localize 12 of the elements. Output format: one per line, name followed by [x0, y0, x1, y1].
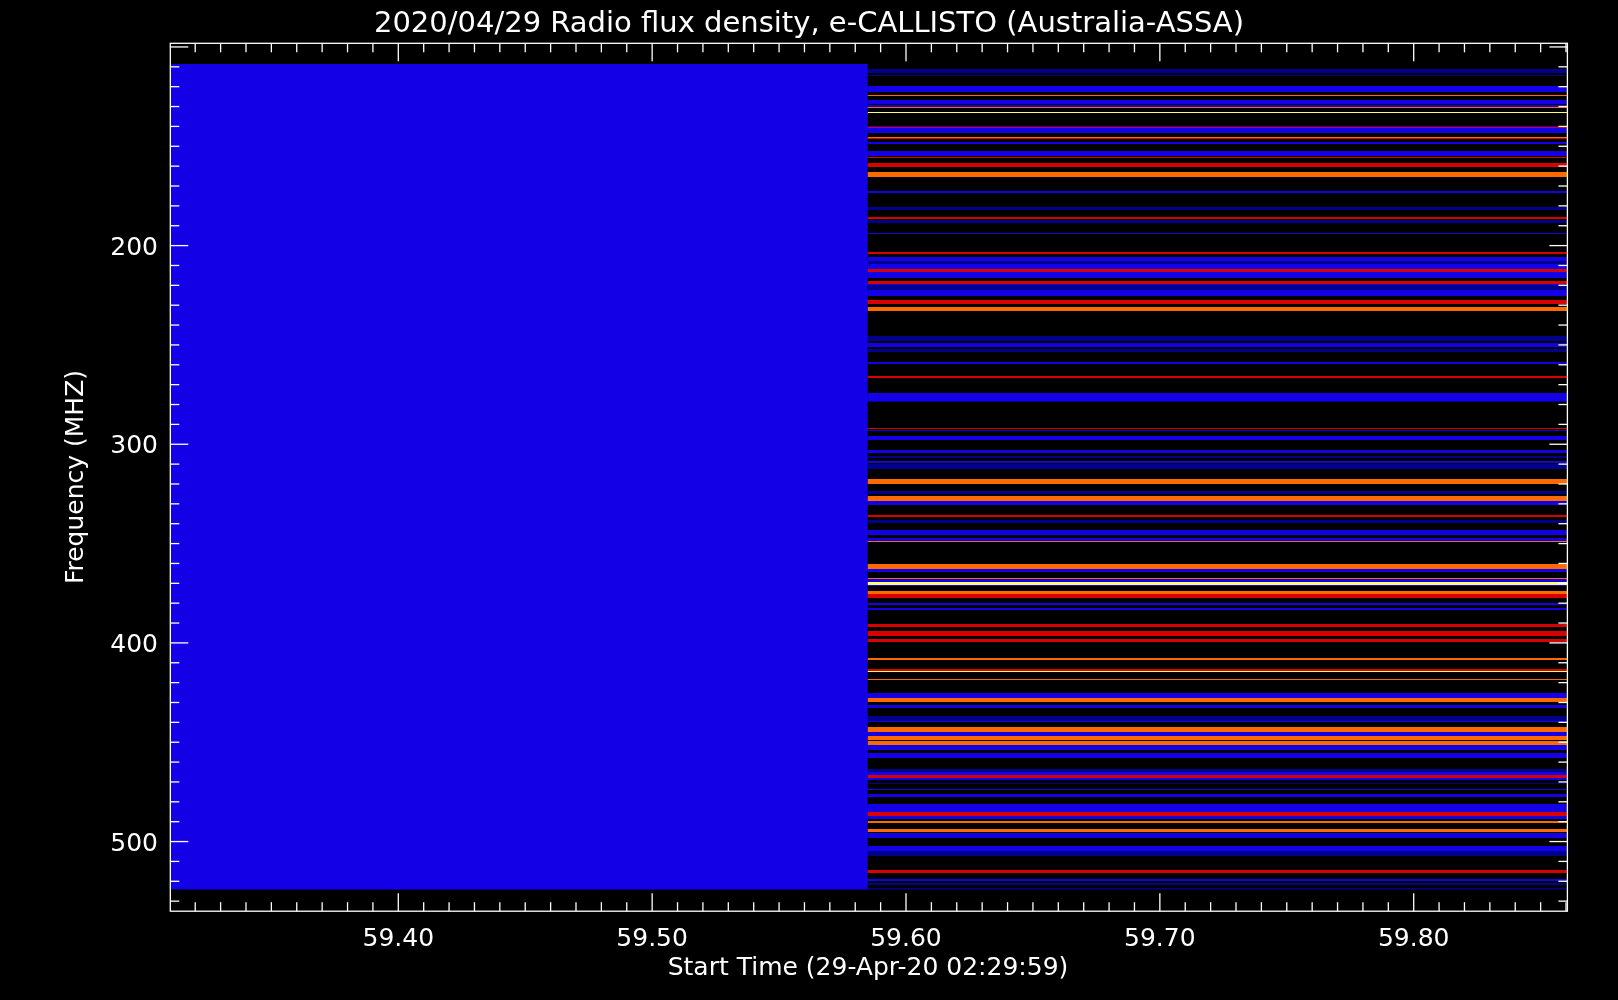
x-tick-label: 59.70 [1124, 923, 1196, 952]
y-tick-label: 400 [110, 628, 158, 658]
chart-title: 2020/04/29 Radio flux density, e-CALLISTO (Australia-ASSA) [373, 5, 1245, 39]
y-tick-label: 300 [110, 430, 158, 460]
x-tick-label: 59.60 [870, 923, 942, 952]
x-tick-label: 59.40 [362, 923, 435, 952]
x-axis-label: Start Time (29-Apr-20 02:29:59) [667, 952, 1069, 981]
y-tick-label: 500 [110, 827, 158, 857]
x-tick-label: 59.50 [616, 923, 688, 952]
y-tick-label: 200 [110, 231, 158, 261]
y-axis-label: Frequency (MHZ) [60, 369, 89, 585]
x-tick-label: 59.80 [1377, 923, 1450, 952]
